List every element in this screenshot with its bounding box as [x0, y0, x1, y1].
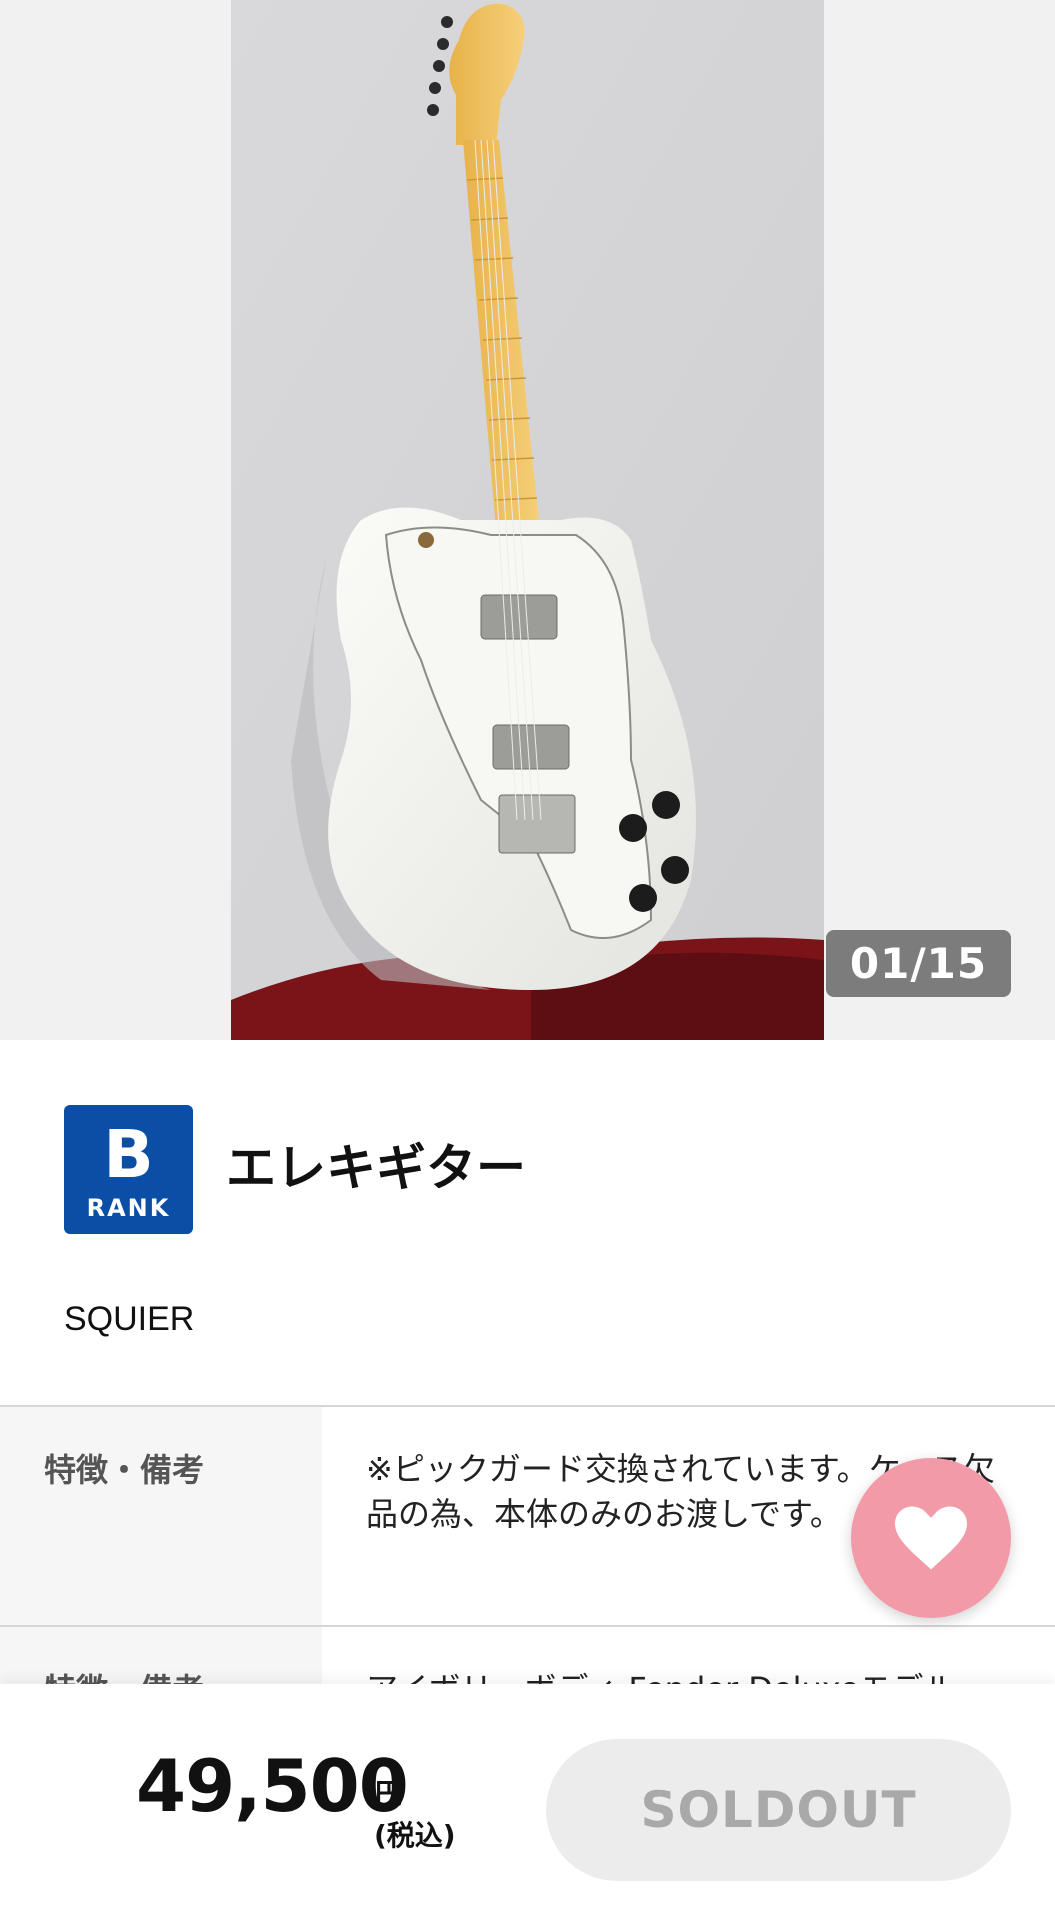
soldout-button[interactable]: SOLDOUT [546, 1739, 1011, 1881]
spec-label: 特徴・備考 [0, 1627, 322, 1687]
purchase-bar: 49,500 円 (税込) SOLDOUT [0, 1684, 1055, 1920]
spec-row: 特徴・備考 アイボリーボディ Fender Deluxeモデル [0, 1627, 1055, 1687]
product-photo[interactable] [231, 0, 824, 1040]
image-counter: 01/15 [826, 930, 1011, 997]
rank-letter: B [103, 1115, 154, 1193]
heart-icon [895, 1506, 967, 1570]
spec-value: アイボリーボディ Fender Deluxeモデル [322, 1627, 1055, 1687]
rank-word: RANK [86, 1193, 171, 1222]
rank-badge: B RANK [64, 1105, 193, 1234]
product-brand: SQUIER [64, 1300, 195, 1338]
guitar-image [231, 0, 824, 1040]
product-title: エレキギター [226, 1139, 526, 1197]
tax-note: (税込) [374, 1819, 456, 1852]
price-currency: 円 [375, 1777, 404, 1810]
product-image-gallery[interactable]: 01/15 [0, 0, 1055, 1040]
favorite-button[interactable] [851, 1458, 1011, 1618]
spec-label: 特徴・備考 [0, 1407, 322, 1625]
price-value: 49,500 [136, 1744, 409, 1828]
